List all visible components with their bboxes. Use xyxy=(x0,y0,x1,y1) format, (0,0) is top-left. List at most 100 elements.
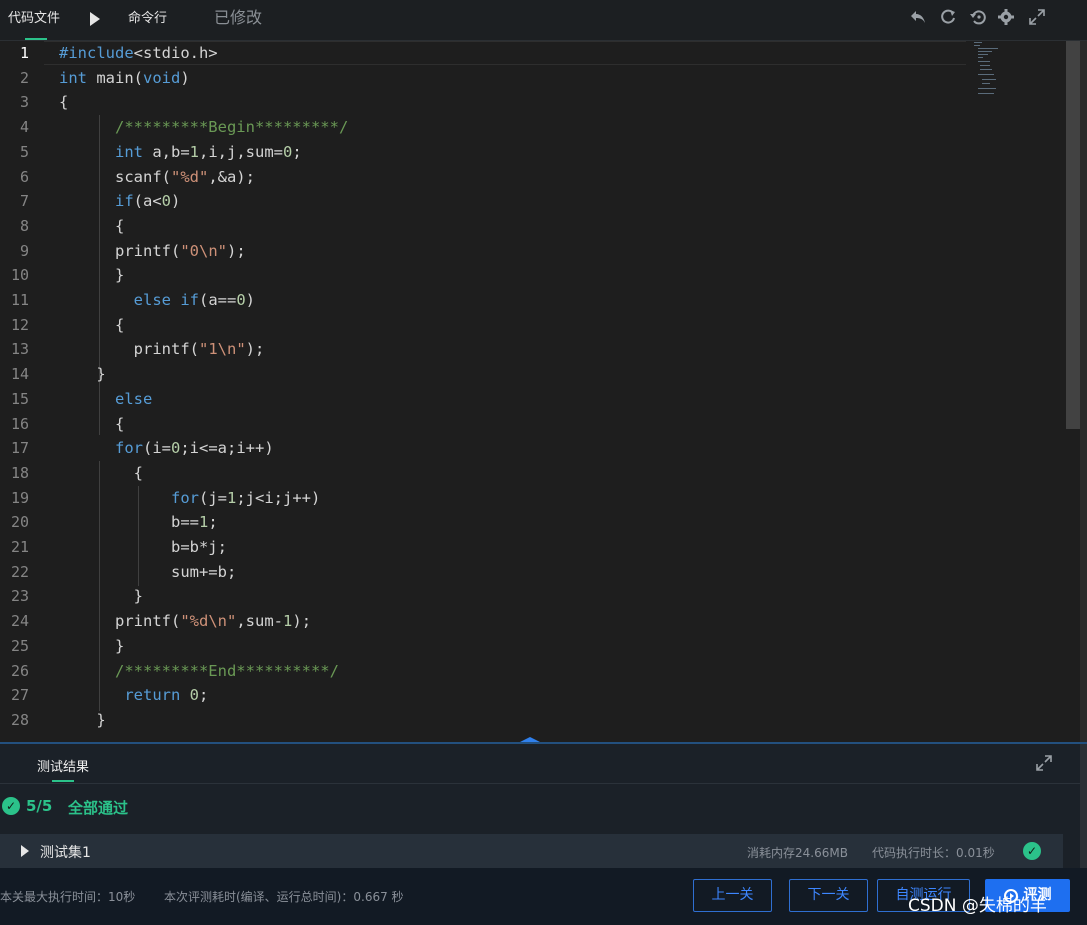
minimap-line xyxy=(978,51,992,52)
code-line[interactable]: for(i=0;i<=a;i++) xyxy=(59,436,274,461)
line-number: 25 xyxy=(10,636,29,655)
code-editor[interactable]: 1 2 3 4 5 6 7 8 9 10 11 12 13 14 15 16 17 18 19 20 21 22 23 24 2… xyxy=(0,41,1087,742)
code-line[interactable]: #include<stdio.h> xyxy=(59,41,218,66)
code-line[interactable]: printf("0\n"); xyxy=(59,239,246,264)
code-line[interactable]: else xyxy=(59,387,152,412)
undo-icon[interactable] xyxy=(908,8,928,28)
minimap-line xyxy=(974,42,982,43)
code-line[interactable]: } xyxy=(59,708,105,733)
minimap-line xyxy=(980,65,990,66)
code-line[interactable]: } xyxy=(59,634,124,659)
code-line[interactable]: { xyxy=(59,412,124,437)
minimap-line xyxy=(978,57,983,58)
minimap-line xyxy=(978,48,998,49)
line-number: 10 xyxy=(10,266,29,285)
line-number: 6 xyxy=(19,167,29,186)
line-number: 20 xyxy=(10,513,29,532)
editor-scroll-track xyxy=(1080,41,1087,742)
code-line[interactable]: { xyxy=(59,214,124,239)
code-line[interactable]: scanf("%d",&a); xyxy=(59,165,255,190)
code-line[interactable]: { xyxy=(59,90,68,115)
line-number: 13 xyxy=(10,340,29,359)
minimap-line xyxy=(978,88,996,89)
gear-icon[interactable] xyxy=(996,8,1016,28)
editor-scrollbar[interactable] xyxy=(1066,41,1080,429)
line-number: 5 xyxy=(19,142,29,161)
line-number: 18 xyxy=(10,463,29,482)
minimap[interactable] xyxy=(972,41,1012,101)
minimap-line xyxy=(978,93,994,94)
line-number: 12 xyxy=(10,315,29,334)
code-line[interactable]: /*********Begin*********/ xyxy=(59,115,348,140)
code-line[interactable]: b==1; xyxy=(59,510,218,535)
next-level-button[interactable]: 下一关 xyxy=(789,879,868,912)
active-tab-indicator xyxy=(25,38,47,40)
line-number: 2 xyxy=(19,68,29,87)
bottom-action-bar: 本关最大执行时间：10秒 本次评测耗时(编译、运行总时间)：0.667 秒 上一… xyxy=(0,868,1087,925)
code-line[interactable]: int main(void) xyxy=(59,66,190,91)
divider xyxy=(0,783,1087,784)
execution-time: 代码执行时长：0.01秒 xyxy=(872,846,995,860)
line-number: 17 xyxy=(10,439,29,458)
active-tab-indicator xyxy=(52,780,74,782)
line-number: 11 xyxy=(10,291,29,309)
code-line[interactable]: printf("%d\n",sum-1); xyxy=(59,609,311,634)
line-number: 19 xyxy=(10,488,29,507)
test-set-row[interactable]: 测试集1 消耗内存24.66MB 代码执行时长：0.01秒 ✓ xyxy=(0,834,1063,868)
evaluation-time: 本次评测耗时(编译、运行总时间)：0.667 秒 xyxy=(164,890,404,904)
results-panel: 测试结果 ✓ 5/5 全部通过 测试集1 消耗内存24.66MB 代码执行时长：… xyxy=(0,744,1087,868)
run-icon[interactable] xyxy=(90,12,100,26)
code-line[interactable]: if(a<0) xyxy=(59,189,180,214)
code-line[interactable]: { xyxy=(59,313,124,338)
minimap-line xyxy=(980,69,992,70)
code-line[interactable]: printf("1\n"); xyxy=(59,337,265,362)
code-line[interactable]: sum+=b; xyxy=(59,560,236,585)
expand-icon[interactable] xyxy=(1035,754,1053,772)
line-number: 23 xyxy=(10,587,29,606)
code-line[interactable]: return 0; xyxy=(59,683,208,708)
tab-code-file[interactable]: 代码文件 xyxy=(8,0,60,40)
line-number: 9 xyxy=(19,241,29,260)
code-line[interactable]: b=b*j; xyxy=(59,535,227,560)
prev-level-button[interactable]: 上一关 xyxy=(693,879,772,912)
code-line[interactable]: /*********End**********/ xyxy=(59,659,339,684)
line-number: 24 xyxy=(10,612,29,631)
history-icon[interactable] xyxy=(968,8,988,28)
fullscreen-icon[interactable] xyxy=(1027,8,1047,28)
line-number: 26 xyxy=(10,661,29,680)
code-line[interactable]: { xyxy=(59,461,143,486)
minimap-line xyxy=(982,79,996,80)
minimap-line xyxy=(978,54,988,55)
check-circle-icon: ✓ xyxy=(2,797,20,815)
modified-status: 已修改 xyxy=(214,8,263,27)
line-number: 3 xyxy=(19,93,29,112)
minimap-line xyxy=(978,61,990,62)
line-number: 27 xyxy=(10,686,29,705)
line-number: 16 xyxy=(10,414,29,433)
line-number: 14 xyxy=(10,365,29,384)
minimap-line xyxy=(974,45,980,46)
max-execution-time: 本关最大执行时间：10秒 xyxy=(0,890,136,904)
test-set-name: 测试集1 xyxy=(40,845,91,861)
line-number: 1 xyxy=(19,44,29,62)
minimap-line xyxy=(978,74,994,75)
code-line[interactable]: else if(a==0) xyxy=(59,288,255,313)
code-line[interactable]: } xyxy=(59,263,124,288)
code-line[interactable]: } xyxy=(59,584,143,609)
line-number: 15 xyxy=(10,389,29,408)
line-number: 4 xyxy=(19,118,29,137)
results-scroll-track xyxy=(1080,744,1087,868)
pass-status-label: 全部通过 xyxy=(68,799,129,817)
memory-usage: 消耗内存24.66MB xyxy=(747,846,848,860)
tab-test-results[interactable]: 测试结果 xyxy=(37,756,89,775)
code-line[interactable]: for(j=1;j<i;j++) xyxy=(59,486,320,511)
refresh-icon[interactable] xyxy=(938,8,958,28)
line-number: 8 xyxy=(19,216,29,235)
line-number: 22 xyxy=(10,562,29,581)
tab-command-line[interactable]: 命令行 xyxy=(128,0,167,40)
expand-arrow-icon[interactable] xyxy=(21,845,29,857)
minimap-line xyxy=(982,83,990,84)
code-line[interactable]: int a,b=1,i,j,sum=0; xyxy=(59,140,302,165)
line-number: 7 xyxy=(19,192,29,211)
code-line[interactable]: } xyxy=(59,362,105,387)
